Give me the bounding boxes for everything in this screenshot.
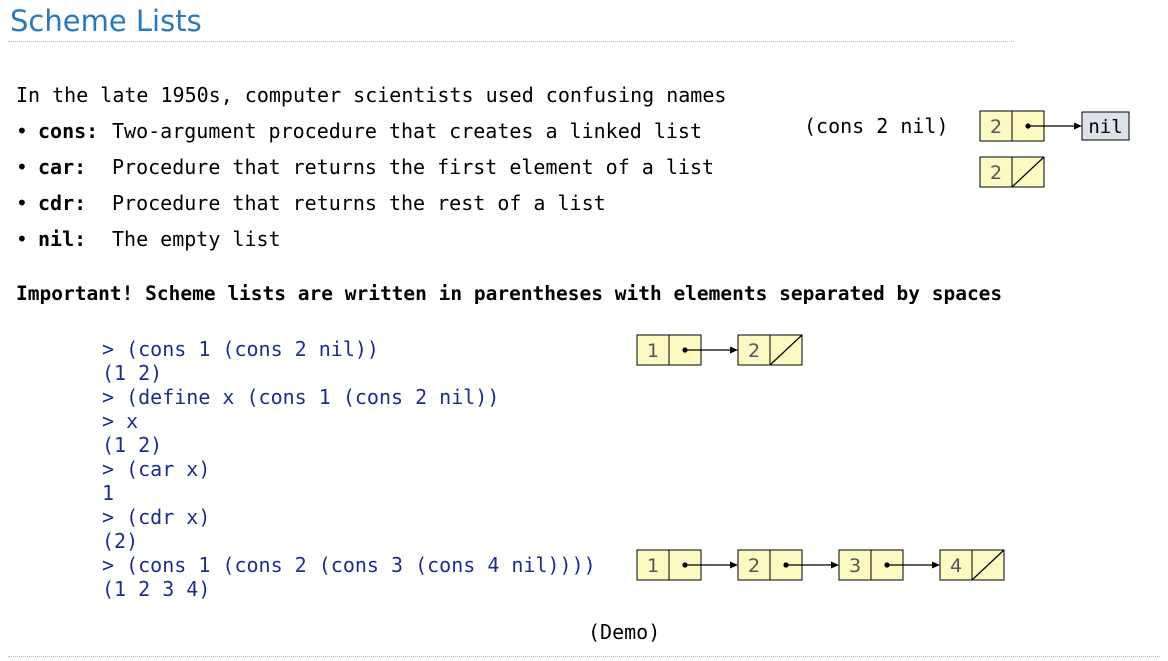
box-and-pointer-diagrams: 2 nil 2 1 2 1 2 3 4 — [636, 110, 1130, 581]
pair-value: 2 — [748, 340, 760, 362]
pair-value: 4 — [950, 555, 962, 577]
pair-value: 2 — [990, 162, 1002, 184]
pair-value: 1 — [647, 340, 659, 362]
arrow-head — [730, 561, 738, 569]
arrow-head — [831, 561, 839, 569]
arrow-head — [932, 561, 940, 569]
arrow-head — [1074, 122, 1082, 130]
pair-value: 2 — [990, 116, 1002, 138]
pair-value: 3 — [849, 555, 861, 577]
pair-value: 1 — [647, 555, 659, 577]
pair-value: 2 — [748, 555, 760, 577]
arrow-head — [730, 346, 738, 354]
footer-divider — [8, 656, 1160, 657]
nil-label: nil — [1088, 116, 1122, 138]
